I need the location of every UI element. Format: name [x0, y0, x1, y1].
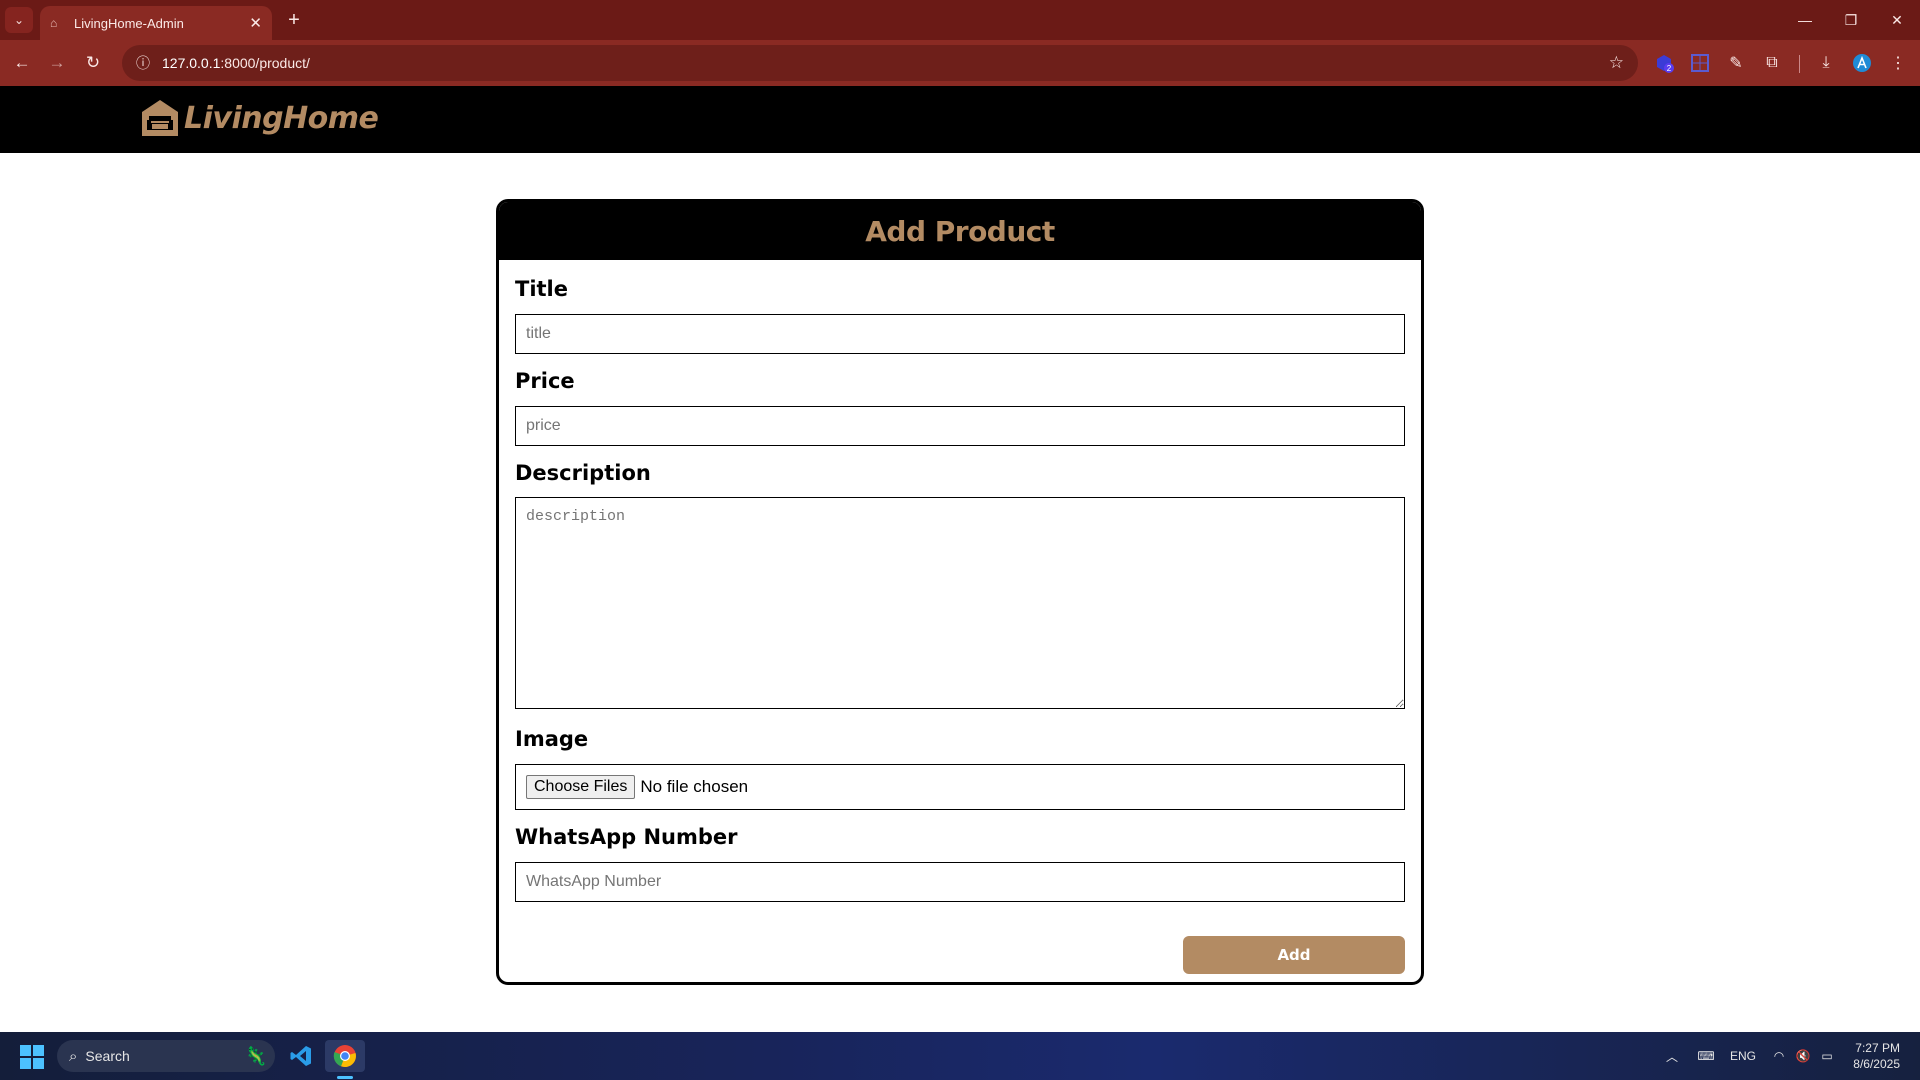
title-input[interactable] — [515, 314, 1405, 354]
language-indicator[interactable]: ENG — [1726, 1032, 1760, 1080]
extension-icon[interactable]: 2 — [1652, 51, 1676, 75]
choose-files-button[interactable]: Choose Files — [526, 775, 636, 799]
forward-icon[interactable]: → — [43, 49, 71, 77]
title-label: Title — [515, 277, 569, 301]
address-bar[interactable]: ⓘ 127.0.0.1:8000/product/ ☆ — [122, 45, 1638, 81]
downloads-icon[interactable]: ⤓ — [1814, 51, 1838, 75]
whatsapp-label: WhatsApp Number — [515, 825, 738, 849]
description-textarea[interactable] — [515, 497, 1405, 709]
eyedropper-icon[interactable]: ✎ — [1724, 51, 1748, 75]
chrome-icon[interactable] — [325, 1040, 365, 1072]
description-label: Description — [515, 461, 651, 485]
tab-title: LivingHome-Admin — [74, 15, 184, 31]
search-label: Search — [85, 1048, 130, 1064]
tab-search-icon[interactable]: ⌄ — [5, 7, 33, 33]
profile-avatar-icon[interactable] — [1850, 51, 1874, 75]
product-form: Title Price Description Image Choose Fil… — [499, 277, 1421, 902]
extensions-icon[interactable]: ⧉ — [1760, 51, 1784, 75]
browser-tab-bar: ⌄ ⌂ LivingHome-Admin ✕ + — ❐ ✕ — [0, 0, 1920, 40]
search-icon: ⌕ — [69, 1047, 78, 1065]
reload-icon[interactable]: ↻ — [79, 49, 107, 77]
close-window-icon[interactable]: ✕ — [1874, 0, 1920, 40]
active-app-indicator — [337, 1076, 353, 1079]
add-button[interactable]: Add — [1183, 936, 1405, 974]
url-text: 127.0.0.1:8000/product/ — [162, 55, 310, 71]
windows-start-icon[interactable] — [20, 1045, 44, 1069]
keyboard-icon[interactable]: ⌨ — [1692, 1032, 1720, 1080]
search-highlight-icon: 🦎 — [244, 1045, 267, 1066]
clock-time: 7:27 PM — [1855, 1041, 1900, 1055]
whatsapp-input[interactable] — [515, 862, 1405, 902]
sofa-home-icon — [142, 100, 178, 136]
clock-date: 8/6/2025 — [1853, 1057, 1900, 1071]
form-heading: Add Product — [865, 214, 1055, 248]
taskbar-clock[interactable]: 7:27 PM 8/6/2025 — [1853, 1040, 1900, 1072]
tab-favicon-icon: ⌂ — [50, 16, 58, 30]
battery-icon[interactable]: ▭ — [1816, 1032, 1838, 1080]
image-label: Image — [515, 727, 589, 751]
restore-icon[interactable]: ❐ — [1828, 0, 1874, 40]
back-icon[interactable]: ← — [8, 49, 36, 77]
grid-extension-icon[interactable] — [1688, 51, 1712, 75]
new-tab-icon[interactable]: + — [282, 8, 306, 32]
brand-name: LivingHome — [184, 100, 379, 136]
browser-tab[interactable]: ⌂ LivingHome-Admin ✕ — [40, 6, 272, 40]
svg-text:2: 2 — [1667, 64, 1672, 73]
card-header: Add Product — [499, 202, 1421, 260]
toolbar-divider — [1799, 55, 1800, 73]
site-header: LivingHome — [0, 86, 1920, 153]
add-product-card: Add Product Title Price Description Imag… — [496, 199, 1424, 985]
minimize-icon[interactable]: — — [1782, 0, 1828, 40]
tray-overflow-icon[interactable]: ︿ — [1660, 1032, 1684, 1080]
taskbar: ⌕ Search 🦎 ︿ ⌨ ENG ◠ 🔇 ▭ 7:27 PM 8/6/202… — [0, 1032, 1920, 1080]
image-file-input[interactable]: Choose Files No file chosen — [515, 764, 1405, 810]
volume-muted-icon[interactable]: 🔇 — [1792, 1032, 1814, 1080]
site-info-icon[interactable]: ⓘ — [136, 53, 150, 73]
price-input[interactable] — [515, 406, 1405, 446]
bookmark-star-icon[interactable]: ☆ — [1609, 53, 1624, 73]
taskbar-search[interactable]: ⌕ Search 🦎 — [57, 1040, 275, 1072]
vscode-icon[interactable] — [281, 1040, 321, 1072]
price-label: Price — [515, 369, 575, 393]
site-logo[interactable]: LivingHome — [140, 98, 379, 138]
file-status-text: No file chosen — [640, 777, 749, 796]
tab-close-icon[interactable]: ✕ — [249, 14, 262, 32]
browser-toolbar: ← → ↻ ⓘ 127.0.0.1:8000/product/ ☆ 2 ✎ ⧉ … — [0, 40, 1920, 86]
menu-icon[interactable]: ⋮ — [1886, 51, 1910, 75]
wifi-icon[interactable]: ◠ — [1768, 1032, 1790, 1080]
